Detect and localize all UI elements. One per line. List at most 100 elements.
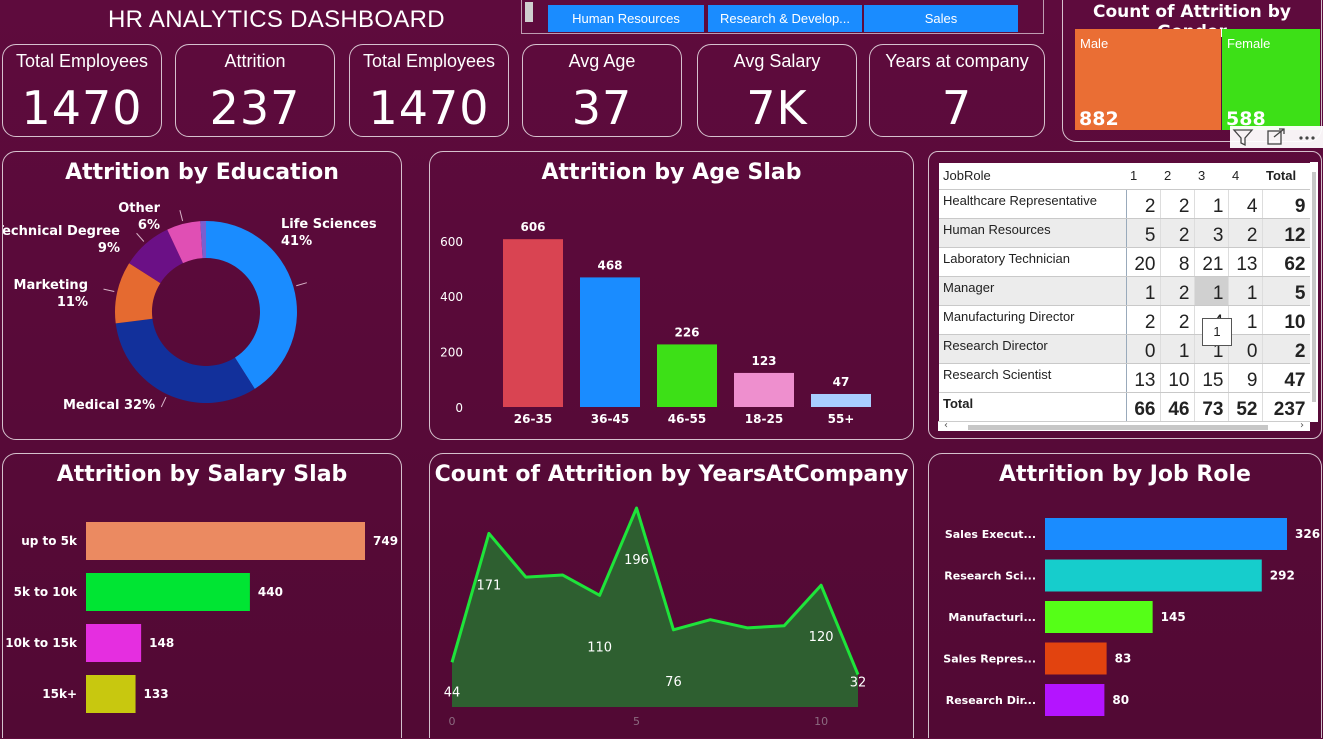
matrix-value-cell[interactable]: 2 [1160, 276, 1195, 306]
bar-value: 133 [144, 687, 169, 701]
y-tick-label: 0 [455, 401, 463, 415]
matrix-value-cell[interactable]: 4 [1228, 189, 1263, 219]
treemap-tile-female[interactable]: Female 588 [1222, 29, 1320, 130]
more-options-icon[interactable] [1299, 136, 1315, 140]
matrix-value-cell[interactable]: 2 [1126, 189, 1161, 219]
age-bar-value: 468 [597, 258, 622, 272]
matrix-value-cell[interactable]: 5 [1126, 218, 1161, 248]
area-fill [452, 508, 858, 707]
matrix-header-2[interactable]: 2 [1160, 163, 1194, 190]
bar-value: 148 [149, 636, 174, 650]
scroll-left-icon[interactable]: ‹ [944, 420, 948, 431]
matrix-role-cell: Healthcare Representative [939, 189, 1127, 219]
age-category-label: 26-35 [514, 412, 552, 426]
matrix-horizontal-scrollbar[interactable]: ‹ › [938, 420, 1310, 431]
matrix-value-cell[interactable]: 2 [1126, 305, 1161, 335]
matrix-header-total[interactable]: Total [1262, 163, 1310, 190]
bar-value: 440 [258, 585, 283, 599]
slicer-option-human-resources[interactable]: Human Resources [548, 5, 704, 32]
matrix-value-cell[interactable]: 1 [1126, 276, 1161, 306]
matrix-value-cell[interactable]: 1 [1228, 276, 1263, 306]
hbar [1045, 518, 1287, 550]
matrix-role-cell: Manager [939, 276, 1127, 306]
matrix-header-row: JobRole 1 2 3 4 Total [939, 163, 1310, 190]
bar-value: 80 [1112, 693, 1129, 707]
slicer-option-sales[interactable]: Sales [864, 5, 1018, 32]
category-label: Sales Repres... [943, 653, 1036, 666]
kpi-value: 1470 [368, 81, 490, 135]
bar-value: 145 [1161, 610, 1186, 624]
category-label: Manufacturi... [948, 611, 1036, 624]
hbar [1045, 559, 1262, 592]
matrix-row[interactable]: Laboratory Technician 20 8 21 13 62 [939, 247, 1311, 277]
data-label: 44 [444, 685, 461, 700]
age-bar-chart: 0 200 400 600 606 26-35 468 36-45 226 46-55 123 18-… [440, 220, 871, 426]
matrix-value-cell[interactable]: 15 [1194, 363, 1229, 393]
salary-bar-chart: up to 5k 749 5k to 10k 440 10k to 15k 148 15k+… [5, 522, 398, 713]
matrix-header-4[interactable]: 4 [1228, 163, 1262, 190]
matrix-value-cell[interactable]: 2 [1160, 189, 1195, 219]
matrix-hscroll-thumb[interactable] [968, 425, 1268, 430]
age-bar-value: 47 [833, 375, 850, 389]
treemap-tile-male[interactable]: Male 882 [1075, 29, 1221, 130]
matrix-value-cell[interactable]: 2 [1228, 218, 1263, 248]
matrix-header-3[interactable]: 3 [1194, 163, 1228, 190]
slicer-option-research-development[interactable]: Research & Develop... [708, 5, 862, 32]
matrix-row[interactable]: Manager 1 2 1 1 5 [939, 276, 1311, 306]
bar-value: 292 [1270, 569, 1295, 583]
age-category-label: 46-55 [668, 412, 706, 426]
matrix-row[interactable]: Research Scientist 13 10 15 9 47 [939, 363, 1311, 393]
matrix-value-cell[interactable]: 1 [1194, 189, 1229, 219]
kpi-label: Avg Salary [733, 51, 821, 71]
matrix-value-cell[interactable]: 3 [1194, 218, 1229, 248]
matrix-value-cell[interactable]: 20 [1126, 247, 1161, 277]
matrix-value-cell[interactable]: 73 [1194, 392, 1229, 422]
matrix-value-cell[interactable]: 13 [1228, 247, 1263, 277]
matrix-row[interactable]: Research Director 0 1 1 0 2 [939, 334, 1311, 364]
data-label: 120 [809, 630, 834, 645]
kpi-label: Total Employees [362, 51, 496, 71]
hbar [86, 624, 142, 662]
matrix-row[interactable]: Human Resources 5 2 3 2 12 [939, 218, 1311, 248]
matrix-value-cell[interactable]: 2 [1160, 218, 1195, 248]
matrix-value-cell[interactable]: 21 [1194, 247, 1229, 277]
age-bar [657, 344, 717, 407]
matrix-header-1[interactable]: 1 [1126, 163, 1160, 190]
matrix-value-cell[interactable]: 66 [1126, 392, 1161, 422]
matrix-value-cell[interactable]: 13 [1126, 363, 1161, 393]
matrix-value-cell[interactable]: 8 [1160, 247, 1195, 277]
department-slicer: Human Resources Research & Develop... Sa… [521, 0, 1044, 34]
scroll-right-icon[interactable]: › [1300, 420, 1304, 431]
matrix-value-cell[interactable]: 0 [1228, 334, 1263, 364]
data-label: 196 [624, 553, 649, 568]
slicer-scroll-thumb[interactable] [525, 2, 533, 22]
years-chart-panel: Count of Attrition by YearsAtCompany 44 1… [429, 453, 914, 738]
age-chart-panel: Attrition by Age Slab 0 200 400 600 606 26-35… [429, 151, 914, 440]
matrix-value-cell[interactable]: 0 [1126, 334, 1161, 364]
matrix-value-cell[interactable]: 2 [1160, 305, 1195, 335]
matrix-value-cell[interactable]: 52 [1228, 392, 1263, 422]
matrix-value-cell[interactable]: 1 [1228, 305, 1263, 335]
matrix-row[interactable]: Manufacturing Director224110 [939, 305, 1311, 335]
bar-value: 749 [373, 534, 398, 548]
matrix-value-cell[interactable]: 9 [1228, 363, 1263, 393]
x-tick-label: 0 [449, 715, 456, 728]
jobrole-bar-chart: Sales Execut... 326 Research Sci... 292 Manu… [943, 518, 1320, 716]
data-label: 171 [476, 578, 501, 593]
hbar [1045, 684, 1105, 716]
matrix-total-cell: 10 [1262, 305, 1311, 335]
matrix-value-cell[interactable]: 46 [1160, 392, 1195, 422]
education-donut-chart: Life Sciences 41% Medical 32% Marketing 11% T… [3, 201, 377, 413]
matrix-value-cell[interactable]: 1 [1160, 334, 1195, 364]
salary-chart-panel: Attrition by Salary Slab up to 5k 749 5k t… [2, 453, 402, 738]
kpi-label: Avg Age [568, 51, 636, 71]
matrix-total-row[interactable]: Total 66 46 73 52 237 [939, 392, 1311, 422]
matrix-vertical-scrollbar[interactable] [1310, 162, 1318, 422]
category-label: up to 5k [21, 534, 78, 548]
matrix-header-jobrole[interactable]: JobRole [939, 163, 1126, 190]
matrix-row[interactable]: Healthcare Representative 2 2 1 4 9 [939, 189, 1311, 219]
matrix-vscroll-thumb[interactable] [1312, 172, 1316, 402]
matrix-value-cell[interactable]: 10 [1160, 363, 1195, 393]
kpi-label: Total Employees [15, 51, 149, 71]
matrix-value-cell[interactable]: 1 [1194, 276, 1229, 306]
